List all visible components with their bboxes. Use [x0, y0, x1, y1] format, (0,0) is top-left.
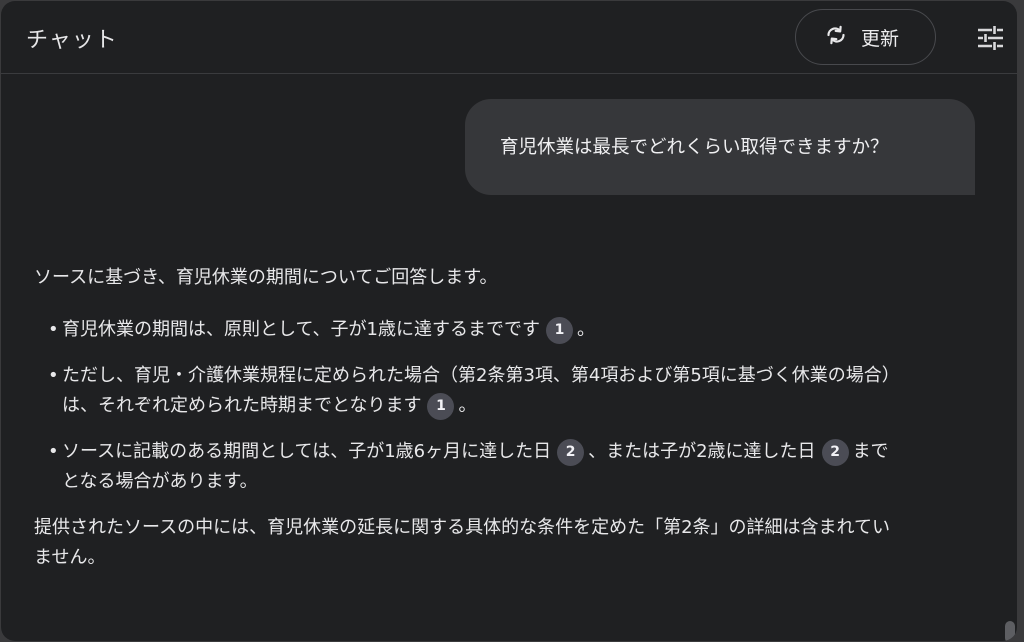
refresh-button-label: 更新: [861, 27, 900, 50]
citation-badge[interactable]: 2: [557, 439, 585, 466]
citation-badge[interactable]: 1: [546, 317, 574, 344]
assistant-reply: ソースに基づき、育児休業の期間についてご回答します。 育児休業の期間は、原則とし…: [34, 263, 894, 573]
refresh-button[interactable]: 更新: [795, 9, 936, 65]
bullet-text: 育児休業の期間は、原則として、子が1歳に達するまでです: [62, 319, 541, 340]
user-message-bubble: 育児休業は最長でどれくらい取得できますか？: [465, 99, 975, 195]
chat-panel: チャット 更新 育児休業は最長でどれくらい取得できますか？ ソースに基づき、育児…: [1, 1, 1017, 641]
panel-title: チャット: [26, 28, 118, 53]
bullet-text: ソースに記載のある期間としては、子が1歳6ヶ月に達した日: [62, 441, 552, 462]
user-message-text: 育児休業は最長でどれくらい取得できますか？: [500, 137, 889, 158]
list-item: ソースに記載のある期間としては、子が1歳6ヶ月に達した日2、または子が2歳に達し…: [34, 437, 894, 497]
bullet-text: 。: [458, 395, 477, 416]
reply-intro: ソースに基づき、育児休業の期間についてご回答します。: [34, 267, 498, 288]
reply-bullet-list: 育児休業の期間は、原則として、子が1歳に達するまでです1。 ただし、育児・介護休…: [34, 315, 894, 497]
chat-header: チャット 更新: [1, 1, 1017, 74]
list-item: 育児休業の期間は、原則として、子が1歳に達するまでです1。: [34, 315, 894, 345]
citation-badge[interactable]: 2: [821, 439, 849, 466]
bullet-text: 、または子が2歳に達した日: [588, 441, 816, 462]
tune-icon[interactable]: [975, 23, 1005, 53]
bullet-text: 。: [577, 319, 596, 340]
reply-outro: 提供されたソースの中には、育児休業の延長に関する具体的な条件を定めた「第2条」の…: [34, 517, 891, 568]
list-item: ただし、育児・介護休業規程に定められた場合（第2条第3項、第4項および第5項に基…: [34, 361, 894, 421]
citation-badge[interactable]: 1: [427, 393, 455, 420]
refresh-icon: [824, 23, 848, 51]
scrollbar-thumb[interactable]: [1005, 621, 1015, 641]
